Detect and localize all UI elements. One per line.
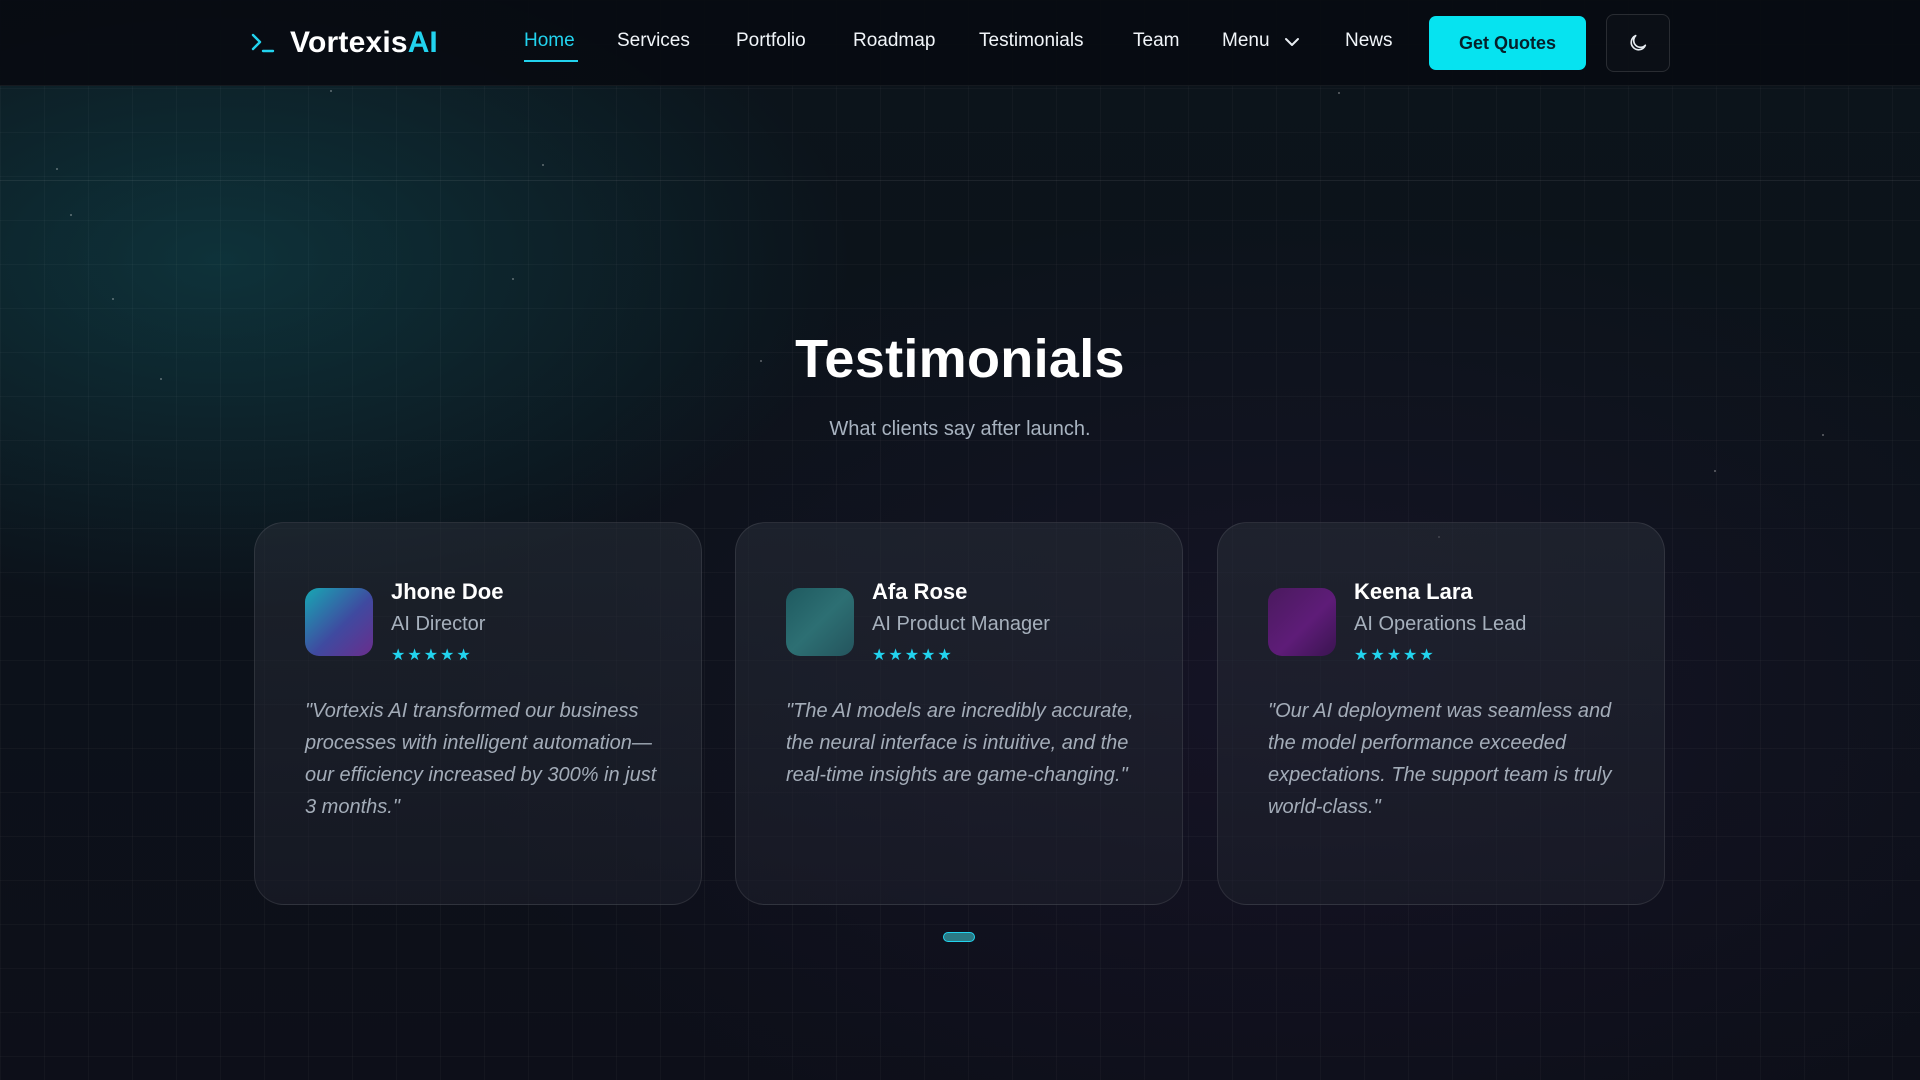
testimonial-card: Keena Lara AI Operations Lead ★★★★★ "Our… bbox=[1217, 522, 1665, 905]
section-subtitle: What clients say after launch. bbox=[829, 418, 1091, 440]
testimonial-name: Jhone Doe bbox=[391, 579, 504, 604]
brand-accent: AI bbox=[407, 26, 438, 59]
star-dot bbox=[112, 298, 114, 300]
get-quotes-button[interactable]: Get Quotes bbox=[1429, 16, 1586, 70]
nav-testimonials[interactable]: Testimonials bbox=[979, 30, 1084, 52]
testimonial-card: Afa Rose AI Product Manager ★★★★★ "The A… bbox=[735, 522, 1183, 905]
star-dot bbox=[330, 90, 332, 92]
top-navbar: Vortexis AI Home Services Portfolio Roadm… bbox=[0, 0, 1920, 86]
theme-toggle-button[interactable] bbox=[1606, 14, 1670, 72]
testimonial-name: Keena Lara bbox=[1354, 579, 1473, 604]
active-nav-underline bbox=[524, 60, 578, 62]
chevron-down-icon[interactable] bbox=[1284, 36, 1300, 48]
avatar bbox=[786, 588, 854, 656]
nav-portfolio[interactable]: Portfolio bbox=[736, 30, 806, 52]
testimonial-quote: "Vortexis AI transformed our business pr… bbox=[305, 700, 657, 818]
avatar bbox=[1268, 588, 1336, 656]
terminal-prompt-icon bbox=[251, 33, 275, 53]
star-rating: ★★★★★ bbox=[872, 647, 954, 664]
star-rating: ★★★★★ bbox=[1354, 647, 1436, 664]
carousel-pagination-dot[interactable] bbox=[943, 932, 975, 942]
nav-team[interactable]: Team bbox=[1133, 30, 1179, 52]
nav-home[interactable]: Home bbox=[524, 30, 575, 52]
star-dot bbox=[512, 278, 514, 280]
testimonial-quote: "The AI models are incredibly accurate, … bbox=[786, 700, 1134, 786]
nav-services[interactable]: Services bbox=[617, 30, 690, 52]
star-dot bbox=[1714, 470, 1716, 472]
nav-news[interactable]: News bbox=[1345, 30, 1393, 52]
testimonial-role: AI Operations Lead bbox=[1354, 613, 1527, 635]
testimonial-card: Jhone Doe AI Director ★★★★★ "Vortexis AI… bbox=[254, 522, 702, 905]
moon-icon bbox=[1630, 34, 1647, 51]
star-dot bbox=[1338, 92, 1340, 94]
avatar bbox=[305, 588, 373, 656]
nav-roadmap[interactable]: Roadmap bbox=[853, 30, 935, 52]
section-title: Testimonials bbox=[795, 329, 1125, 389]
section-divider bbox=[0, 180, 1920, 181]
testimonial-role: AI Product Manager bbox=[872, 613, 1050, 635]
brand-name: Vortexis bbox=[290, 26, 408, 59]
nav-menu-dropdown[interactable]: Menu bbox=[1222, 30, 1270, 52]
star-dot bbox=[542, 164, 544, 166]
star-dot bbox=[70, 214, 72, 216]
testimonial-quote: "Our AI deployment was seamless and the … bbox=[1268, 700, 1612, 818]
testimonial-role: AI Director bbox=[391, 613, 486, 635]
testimonial-name: Afa Rose bbox=[872, 579, 968, 604]
star-dot bbox=[56, 168, 58, 170]
star-rating: ★★★★★ bbox=[391, 647, 473, 664]
brand-logo[interactable]: Vortexis AI bbox=[250, 24, 438, 62]
